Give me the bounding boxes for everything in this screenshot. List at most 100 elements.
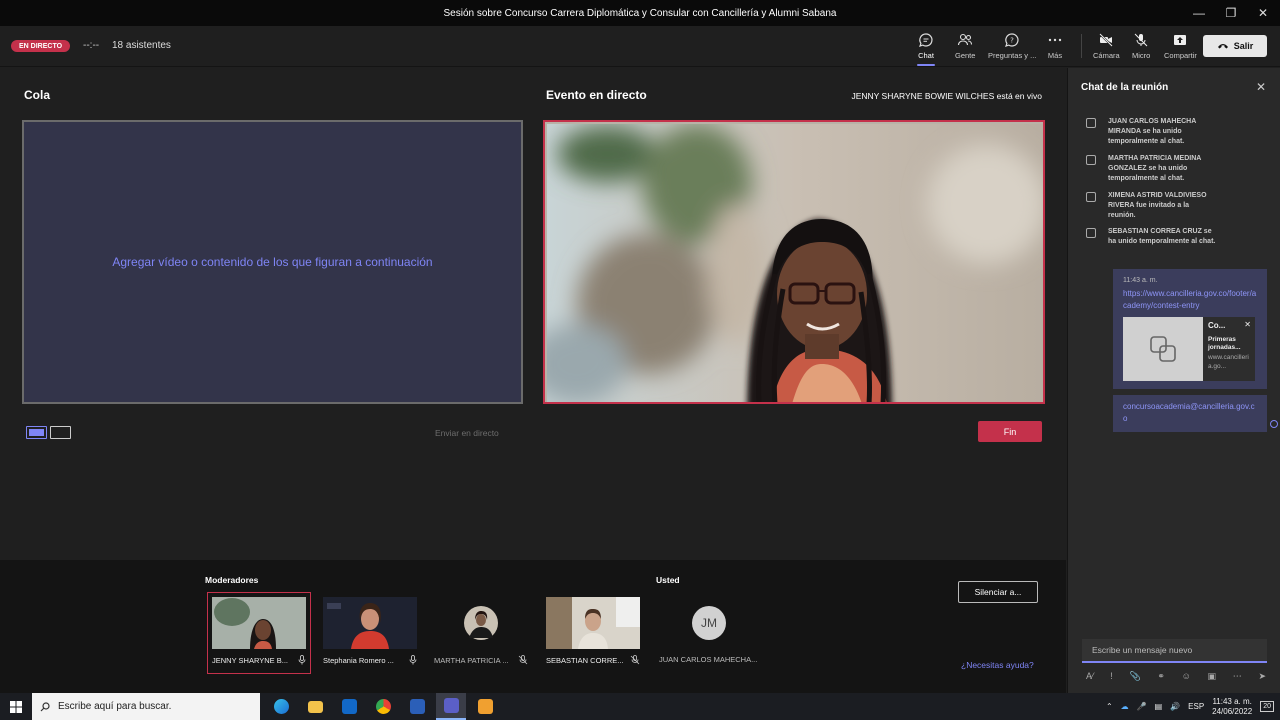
help-link[interactable]: ¿Necesitas ayuda? [961,660,1034,670]
outlook-icon [341,699,357,714]
mic-tray-icon[interactable]: 🎤 [1137,702,1147,711]
window-title: Sesión sobre Concurso Carrera Diplomátic… [443,7,837,19]
participant-tile-self[interactable]: JM JUAN CARLOS MAHECHA... [659,597,759,664]
chat-title: Chat de la reunión [1081,82,1169,93]
format-icon[interactable]: A⁄ [1086,671,1094,682]
teams-app[interactable] [436,693,466,720]
close-preview-icon[interactable]: ✕ [1244,320,1251,330]
link-preview-card[interactable]: Co... ✕ Primeras jornadas... www.cancill… [1123,317,1255,382]
participant-tile[interactable]: JENNY SHARYNE B... [212,597,306,665]
chat-message: 11:43 a. m. https://www.cancilleria.gov.… [1113,269,1267,390]
participant-tile[interactable]: Stephania Romero ... [323,597,417,665]
priority-icon[interactable]: ! [1110,671,1113,682]
volume-icon[interactable]: 🔊 [1170,702,1180,711]
share-button[interactable]: Compartir [1164,32,1197,60]
leave-button[interactable]: Salir [1203,35,1267,57]
participant-video [212,597,306,649]
emoji-icon[interactable]: ☺ [1182,671,1191,682]
queue-title: Cola [24,88,51,102]
more-icon [1048,38,1062,42]
producer-stage: Cola Evento en directo JENNY SHARYNE BOW… [0,68,1066,560]
camera-label: Cámara [1093,51,1120,60]
send-live-button[interactable]: Enviar en directo [435,428,499,438]
participant-name: Stephania Romero ... [323,655,394,665]
mic-icon [409,655,417,665]
live-status: JENNY SHARYNE BOWIE WILCHES está en vivo [851,91,1042,101]
outlook-app[interactable] [334,693,364,720]
folder-icon [307,700,323,713]
more-label: Más [1047,51,1063,60]
taskbar-search[interactable]: Escribe aquí para buscar. [32,693,260,720]
share-label: Compartir [1164,51,1197,60]
qa-button[interactable]: ? Preguntas y ... [988,32,1036,60]
join-icon [1086,118,1096,128]
chrome-app[interactable] [368,693,398,720]
end-event-button[interactable]: Fin [978,421,1042,442]
word-app[interactable] [402,693,432,720]
more-options-icon[interactable]: ⋯ [1233,671,1242,682]
meeting-timer: --:-- [83,40,100,51]
edge-app[interactable] [266,693,296,720]
chrome-icon [375,699,391,714]
participant-video [546,597,640,649]
presenter-video [547,124,1043,402]
chevron-up-icon[interactable]: ⌃ [1106,702,1113,711]
toolbar-divider [1081,34,1082,58]
explorer-app[interactable] [300,693,330,720]
live-badge: EN DIRECTO [11,40,71,52]
other-app[interactable] [470,693,500,720]
more-button[interactable]: Más [1047,32,1063,60]
split-layout-icon[interactable] [50,426,71,439]
search-icon [40,701,50,711]
join-icon [1086,228,1096,238]
participants-strip: Moderadores Usted JENNY SHARYNE B... Ste… [0,560,1066,693]
gif-icon[interactable]: ▣ [1208,671,1217,682]
language-indicator[interactable]: ESP [1188,702,1204,711]
close-chat-icon[interactable]: ✕ [1256,80,1266,94]
loop-icon[interactable]: ⚭ [1157,671,1165,682]
clock[interactable]: 11:43 a. m. 24/06/2022 [1212,697,1252,717]
link-preview-image [1123,317,1203,382]
windows-logo-icon [10,700,22,713]
queue-placeholder: Agregar vídeo o contenido de los que fig… [112,255,433,269]
start-button[interactable] [0,700,32,713]
single-layout-icon[interactable] [26,426,47,439]
network-icon[interactable]: ▤ [1155,702,1163,711]
mute-all-button[interactable]: Silenciar a... [958,581,1038,603]
participant-name: JUAN CARLOS MAHECHA... [659,655,758,664]
notifications-icon[interactable]: 20 [1260,701,1274,712]
compose-box[interactable]: Escribe un mensaje nuevo [1082,639,1267,663]
email-link[interactable]: concursoacademia@cancilleria.gov.co [1123,402,1255,423]
onedrive-icon[interactable]: ☁ [1121,702,1129,711]
minimize-icon[interactable]: — [1184,0,1214,26]
attach-icon[interactable]: 📎 [1129,671,1140,682]
participant-avatar: JM [659,597,759,649]
qa-label: Preguntas y ... [988,51,1037,60]
mic-button[interactable]: Micro [1132,32,1150,60]
participant-name: JENNY SHARYNE B... [212,655,288,665]
participant-tile[interactable]: MARTHA PATRICIA ... [434,597,528,665]
queue-drop-area[interactable]: Agregar vídeo o contenido de los que fig… [22,120,523,404]
people-icon [958,33,973,46]
message-link[interactable]: https://www.cancilleria.gov.co/footer/ac… [1123,289,1256,310]
share-icon [1174,35,1187,45]
chat-button[interactable]: Chat [917,32,935,66]
search-placeholder: Escribe aquí para buscar. [58,701,172,712]
invite-icon [1086,192,1096,202]
camera-button[interactable]: Cámara [1093,32,1120,60]
leave-label: Salir [1233,41,1254,51]
participant-tile[interactable]: SEBASTIAN CORRE... [546,597,640,665]
system-message: JUAN CARLOS MAHECHA MIRANDA se ha unido … [1086,117,1216,146]
close-window-icon[interactable]: ✕ [1248,0,1278,26]
mic-off-icon [1134,33,1148,47]
participant-avatar [434,597,528,649]
meeting-chat-panel: Chat de la reunión ✕ JUAN CARLOS MAHECHA… [1067,68,1280,693]
message-time: 11:43 a. m. [1123,277,1158,284]
system-message: XIMENA ASTRID VALDIVIESO RIVERA fue invi… [1086,191,1216,220]
maximize-icon[interactable]: ❐ [1216,0,1246,26]
people-button[interactable]: Gente [955,32,975,60]
send-icon[interactable]: ➤ [1258,671,1266,682]
window-title-bar: Sesión sobre Concurso Carrera Diplomátic… [0,0,1280,26]
mic-label: Micro [1132,51,1151,60]
mic-icon [298,655,306,665]
